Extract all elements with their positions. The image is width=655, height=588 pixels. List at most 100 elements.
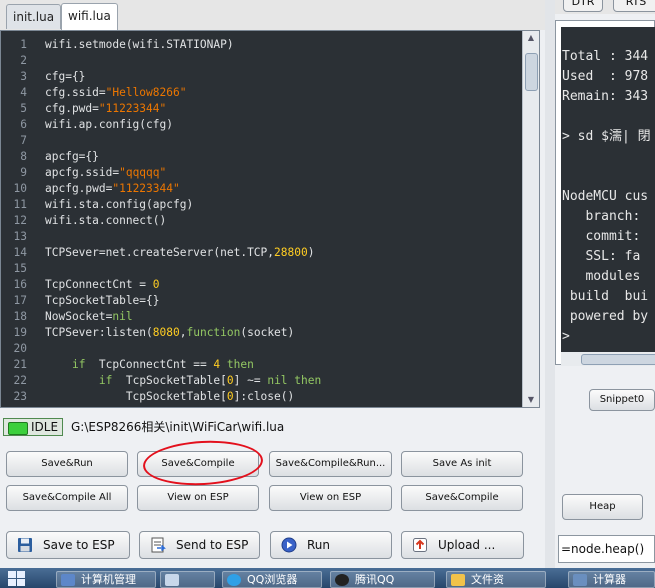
pane-splitter[interactable] bbox=[545, 0, 555, 568]
save-run-button[interactable]: Save&Run bbox=[6, 451, 128, 477]
send-to-esp-button[interactable]: Send to ESP bbox=[139, 531, 260, 559]
code-token: wifi.setmode(wifi.STATIONAP) bbox=[45, 38, 234, 51]
code-token: TcpConnectCnt = bbox=[45, 278, 153, 291]
terminal-line: powered by bbox=[562, 309, 649, 324]
line-number: 1 bbox=[20, 38, 27, 51]
line-number: 8 bbox=[20, 150, 27, 163]
line-number: 14 bbox=[13, 246, 27, 259]
line-number: 22 bbox=[13, 374, 27, 387]
document-send-icon bbox=[151, 537, 166, 553]
qq-browser-icon bbox=[227, 574, 241, 586]
scrollbar-thumb[interactable] bbox=[581, 354, 655, 365]
code-token: "qqqqq" bbox=[119, 166, 167, 179]
save-compile-all-button[interactable]: Save&Compile All bbox=[6, 485, 128, 511]
code-token: cfg={} bbox=[45, 70, 86, 83]
code-text: TCPSever=net.createServer(net.TCP,28800) bbox=[45, 245, 314, 261]
taskbar-item-label: 计算器 bbox=[593, 573, 626, 586]
save-to-esp-button[interactable]: Save to ESP bbox=[6, 531, 130, 559]
taskbar-item-tencent-qq[interactable]: 腾讯QQ bbox=[330, 571, 435, 588]
status-text: IDLE bbox=[31, 420, 59, 434]
command-input[interactable]: =node.heap() bbox=[558, 535, 655, 563]
code-token: then bbox=[294, 374, 322, 387]
terminal-output[interactable]: Total : 344 Used : 978 Remain: 343 > sd $濡|… bbox=[561, 27, 655, 352]
code-token: TcpSocketTable[ bbox=[45, 406, 227, 407]
scroll-down-arrow-icon[interactable]: ▼ bbox=[523, 393, 539, 407]
taskbar-item-computer-management[interactable]: 计算机管理 bbox=[56, 571, 156, 588]
code-token: ]:close() bbox=[233, 390, 295, 403]
save-compile-button-2[interactable]: Save&Compile bbox=[401, 485, 523, 511]
line-number: 15 bbox=[13, 262, 27, 275]
code-token: "Hellow8266" bbox=[105, 86, 187, 99]
code-text: cfg.pwd="11223344" bbox=[45, 101, 166, 117]
code-text: cfg.ssid="Hellow8266" bbox=[45, 85, 186, 101]
code-token: TCPSever=net.createServer(net.TCP, bbox=[45, 246, 275, 259]
line-number: 11 bbox=[13, 198, 27, 211]
terminal-line: SSL: fa bbox=[562, 249, 641, 264]
terminal-line: > bbox=[562, 329, 570, 344]
snippet0-button[interactable]: Snippet0 bbox=[589, 389, 655, 411]
code-text: TcpSocketTable={} bbox=[45, 293, 160, 309]
terminal-horizontal-scrollbar[interactable] bbox=[561, 352, 655, 366]
taskbar-item-calculator[interactable]: 计算器 bbox=[568, 571, 655, 588]
code-token: wifi.sta.connect() bbox=[45, 214, 167, 227]
code-token: ] ~= bbox=[233, 374, 268, 387]
view-on-esp-button-2[interactable]: View on ESP bbox=[269, 485, 392, 511]
code-token: TcpConnectCnt == bbox=[85, 358, 214, 371]
code-token: TcpSocketTable={} bbox=[45, 294, 160, 307]
code-token: if bbox=[98, 374, 113, 387]
taskbar-item-qq-browser[interactable]: QQ浏览器 bbox=[222, 571, 322, 588]
upload-button[interactable]: Upload ... bbox=[401, 531, 524, 559]
tab-wifi-lua[interactable]: wifi.lua bbox=[61, 3, 118, 30]
code-text: TcpSocketTable[0]:close() bbox=[45, 389, 294, 405]
code-token: apcfg.pwd= bbox=[45, 182, 113, 195]
code-token: 8080 bbox=[152, 326, 180, 339]
windows-start-icon[interactable] bbox=[8, 571, 26, 587]
code-token: 0 bbox=[227, 406, 234, 407]
view-on-esp-button[interactable]: View on ESP bbox=[137, 485, 259, 511]
code-token: ) bbox=[307, 246, 315, 259]
scrollbar-thumb[interactable] bbox=[525, 53, 538, 91]
taskbar-item-label: QQ浏览器 bbox=[247, 573, 298, 586]
dtr-button[interactable]: DTR bbox=[563, 0, 603, 12]
save-as-init-button[interactable]: Save As init bbox=[401, 451, 523, 477]
code-token: cfg.ssid= bbox=[45, 86, 106, 99]
code-token: 0 bbox=[152, 278, 160, 291]
taskbar-item-file-explorer[interactable]: 文件资 bbox=[446, 571, 546, 588]
terminal-line: modules bbox=[562, 269, 641, 284]
connection-led-icon bbox=[8, 422, 28, 435]
calculator-icon bbox=[573, 574, 587, 586]
line-number: 10 bbox=[13, 182, 27, 195]
run-label: Run bbox=[307, 538, 331, 552]
rts-button[interactable]: RTS bbox=[613, 0, 655, 12]
code-text: cfg={} bbox=[45, 69, 85, 85]
code-text: wifi.sta.config(apcfg) bbox=[45, 197, 193, 213]
run-button[interactable]: Run bbox=[270, 531, 392, 559]
code-editor[interactable]: 1 wifi.setmode(wifi.STATIONAP) 2 3 cfg={} 4 cf… bbox=[0, 30, 540, 408]
code-token: if bbox=[71, 358, 86, 371]
computer-management-icon bbox=[61, 574, 75, 586]
tab-init-lua[interactable]: init.lua bbox=[6, 4, 62, 29]
right-toolbar: DTR RTS bbox=[555, 0, 655, 14]
line-number: 7 bbox=[20, 134, 27, 147]
code-token: wifi.ap.config(cfg) bbox=[45, 118, 173, 131]
heap-button[interactable]: Heap bbox=[562, 494, 643, 520]
line-number: 16 bbox=[13, 278, 27, 291]
save-compile-run-button[interactable]: Save&Compile&Run... bbox=[269, 451, 392, 477]
code-token: 0 bbox=[226, 374, 234, 387]
taskbar-item-app[interactable] bbox=[160, 571, 215, 588]
code-text: NowSocket=nil bbox=[45, 309, 133, 325]
editor-vertical-scrollbar[interactable]: ▲ ▼ bbox=[522, 31, 539, 407]
code-text: if TcpConnectCnt == 4 then bbox=[45, 357, 254, 373]
editor-tab-bar: init.lua wifi.lua bbox=[0, 0, 545, 30]
code-token: nil bbox=[112, 310, 133, 323]
terminal-panel: Total : 344 Used : 978 Remain: 343 > sd $濡|… bbox=[555, 20, 655, 366]
line-number: 23 bbox=[13, 390, 27, 403]
code-text: wifi.setmode(wifi.STATIONAP) bbox=[45, 37, 234, 53]
terminal-line: NodeMCU cus bbox=[562, 189, 649, 204]
scroll-up-arrow-icon[interactable]: ▲ bbox=[523, 31, 539, 45]
code-token: 0 bbox=[226, 390, 234, 403]
taskbar-item-label: 文件资 bbox=[471, 573, 504, 586]
line-number: 21 bbox=[13, 358, 27, 371]
code-token: "11223344" bbox=[98, 102, 167, 115]
